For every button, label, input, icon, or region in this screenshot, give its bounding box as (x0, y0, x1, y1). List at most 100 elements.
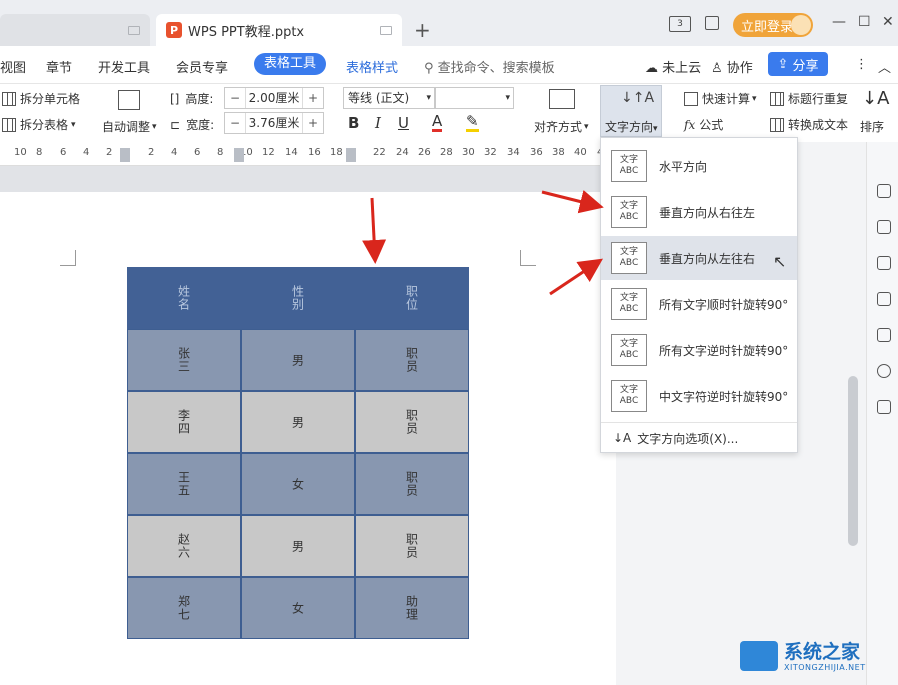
menu-view[interactable]: 视图 (0, 57, 26, 76)
tab-active-document[interactable]: P WPS PPT教程.pptx (156, 14, 402, 46)
table-cell[interactable]: 男 (241, 391, 355, 453)
table-cell[interactable]: 职员 (355, 453, 469, 515)
tab-title: WPS PPT教程.pptx (188, 24, 305, 40)
image-icon[interactable] (877, 328, 891, 342)
minimize-button[interactable]: — (832, 14, 846, 30)
cjk-rotate-icon: 文字 ABC (611, 380, 647, 412)
highlight-icon[interactable]: ✎ (466, 114, 479, 132)
table-cell[interactable]: 助理 (355, 577, 469, 639)
ruler-column-marker[interactable] (234, 148, 244, 162)
italic-button[interactable]: I (375, 114, 381, 132)
new-tab-button[interactable]: + (414, 18, 431, 42)
height-stepper[interactable]: − 2.00厘米 + (224, 87, 324, 109)
share-button[interactable]: ⇪ 分享 (768, 52, 828, 76)
tab-inactive[interactable] (0, 14, 150, 46)
bold-button[interactable]: B (348, 114, 359, 132)
ruler-column-marker[interactable] (346, 148, 356, 162)
horizontal-text-icon: 文字 ABC (611, 150, 647, 182)
text-direction-options-icon: ↓A (613, 431, 632, 445)
table-cell[interactable]: 男 (241, 515, 355, 577)
tab-bar: P WPS PPT教程.pptx + 3 立即登录 — ☐ ✕ (0, 0, 898, 46)
quick-calc-button[interactable]: 快速计算 ▾ (684, 90, 757, 107)
width-decrease[interactable]: − (225, 116, 245, 130)
convert-to-text-button[interactable]: 转换成文本 (770, 116, 848, 133)
table-cell[interactable]: 男 (241, 329, 355, 391)
width-label: ⊏ 宽度: (170, 117, 215, 133)
height-decrease[interactable]: − (225, 91, 245, 105)
header-cell[interactable]: 姓名 (127, 267, 241, 329)
command-search[interactable]: ⚲ 查找命令、搜索模板 (424, 57, 555, 76)
table-cell[interactable]: 女 (241, 453, 355, 515)
menu-dev-tools[interactable]: 开发工具 (98, 57, 150, 76)
width-value[interactable]: 3.76厘米 (245, 113, 303, 133)
maximize-button[interactable]: ☐ (858, 14, 871, 30)
menu-item-rotate-cw[interactable]: 文字 ABC 所有文字顺时针旋转90° (601, 282, 797, 326)
window-layout-icon[interactable]: 3 (669, 16, 691, 32)
underline-button[interactable]: U (398, 114, 409, 132)
height-value[interactable]: 2.00厘米 (245, 88, 303, 108)
table-row: 郑七 女 助理 (127, 577, 469, 639)
table-row: 赵六 男 职员 (127, 515, 469, 577)
apps-grid-icon[interactable] (705, 16, 719, 30)
menu-item-horizontal[interactable]: 文字 ABC 水平方向 (601, 144, 797, 188)
font-size-select[interactable]: ▾ (435, 87, 514, 109)
width-stepper[interactable]: − 3.76厘米 + (224, 112, 324, 134)
menu-item-cjk-rotate-ccw[interactable]: 文字 ABC 中文字符逆时针旋转90° (601, 374, 797, 418)
font-name-select[interactable]: 等线 (正文) ▾ (343, 87, 435, 109)
align-button[interactable]: 对齐方式 ▾ (534, 118, 589, 135)
auto-adjust-button[interactable]: 自动调整 ▾ (102, 118, 157, 135)
text-direction-button[interactable]: ↓↑A 文字方向▾ (600, 85, 662, 137)
height-increase[interactable]: + (303, 91, 323, 105)
menu-item-rotate-ccw[interactable]: 文字 ABC 所有文字逆时针旋转90° (601, 328, 797, 372)
table-cell[interactable]: 职员 (355, 329, 469, 391)
more-icon[interactable]: ⋮ (855, 57, 868, 72)
settings-sliders-icon[interactable] (877, 292, 891, 306)
split-cell-button[interactable]: 拆分单元格 (2, 90, 80, 107)
ruler-tick-label: 16 (308, 147, 321, 158)
header-cell[interactable]: 职位 (355, 267, 469, 329)
rocket-icon[interactable] (877, 184, 891, 198)
header-repeat-button[interactable]: 标题行重复 (770, 90, 848, 107)
fx-icon: fx (684, 117, 696, 132)
header-cell[interactable]: 性别 (241, 267, 355, 329)
book-icon[interactable] (877, 400, 891, 414)
tab-table-tools[interactable]: 表格工具 (254, 53, 326, 75)
table-cell[interactable]: 张三 (127, 329, 241, 391)
text-direction-icon: ↓↑A (621, 90, 655, 106)
font-color-button[interactable]: A (432, 114, 443, 132)
table-cell[interactable]: 赵六 (127, 515, 241, 577)
ruler-tick-label: 32 (484, 147, 497, 158)
formula-button[interactable]: fx 公式 (684, 116, 723, 133)
collapse-ribbon-icon[interactable]: ︿ (878, 57, 891, 76)
menu-member[interactable]: 会员专享 (176, 57, 228, 76)
text-direction-menu: 文字 ABC 水平方向 文字 ABC 垂直方向从右往左 文字 ABC 垂直方向从左往右… (600, 137, 798, 453)
ruler-column-marker[interactable] (120, 148, 130, 162)
collab-button[interactable]: ♙ 协作 (711, 57, 753, 76)
cursor-icon[interactable] (877, 256, 891, 270)
data-table[interactable]: 姓名 性别 职位 张三 男 职员 李四 男 职员 王五 女 职员 赵六 男 职员… (127, 267, 469, 639)
close-button[interactable]: ✕ (882, 14, 894, 30)
menu-item-direction-options[interactable]: ↓A 文字方向选项(X)... (601, 424, 797, 452)
tab-table-style[interactable]: 表格样式 (346, 57, 398, 76)
table-cell[interactable]: 职员 (355, 391, 469, 453)
vertical-scrollbar[interactable] (848, 376, 858, 546)
horizontal-ruler[interactable]: 10 8 6 4 2 2 4 6 8 10 12 14 16 18 22 24 26 28 30 32 34 36 38 40… (0, 142, 616, 166)
table-cell[interactable]: 女 (241, 577, 355, 639)
document-top-margin (0, 166, 616, 192)
table-cell[interactable]: 职员 (355, 515, 469, 577)
height-label: [] 高度: (170, 91, 214, 107)
menu-item-vertical-ltr[interactable]: 文字 ABC 垂直方向从左往右 ↖ (601, 236, 797, 280)
menu-section[interactable]: 章节 (46, 57, 72, 76)
ruler-tick-label: 8 (36, 147, 43, 158)
table-cell[interactable]: 王五 (127, 453, 241, 515)
login-button[interactable]: 立即登录 (733, 13, 813, 37)
width-increase[interactable]: + (303, 116, 323, 130)
split-table-button[interactable]: 拆分表格 ▾ (2, 116, 76, 133)
lightning-icon[interactable] (877, 364, 891, 378)
sort-button[interactable]: 排序 (860, 118, 884, 135)
table-cell[interactable]: 李四 (127, 391, 241, 453)
pen-icon[interactable] (877, 220, 891, 234)
menu-item-vertical-rtl[interactable]: 文字 ABC 垂直方向从右往左 (601, 190, 797, 234)
cloud-status[interactable]: ☁ 未上云 (645, 57, 701, 76)
table-cell[interactable]: 郑七 (127, 577, 241, 639)
